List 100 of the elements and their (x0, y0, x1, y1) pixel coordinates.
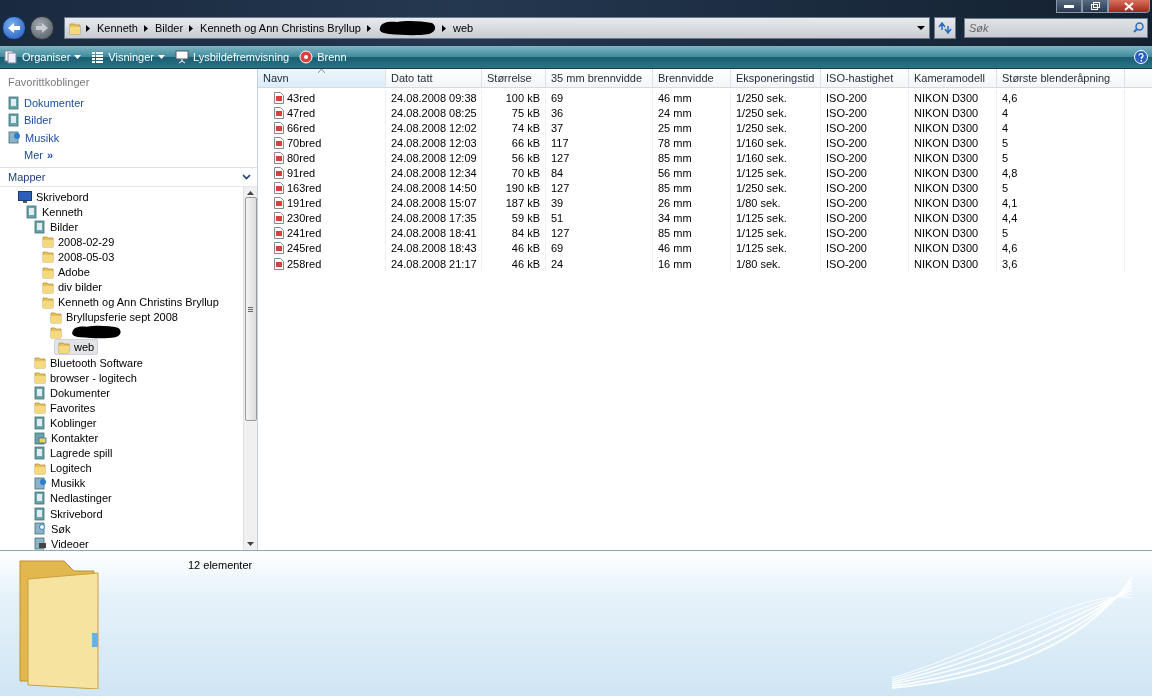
help-icon[interactable] (1134, 50, 1148, 64)
tree-item[interactable]: Favorites (30, 399, 100, 416)
file-item[interactable]: 91red (266, 167, 316, 179)
column-header[interactable]: 35 mm brennvidde (546, 69, 653, 87)
search-field[interactable]: Søk (964, 18, 1148, 38)
file-item[interactable]: 241red (266, 227, 322, 240)
table-cell: 24.08.2008 12:09 (391, 151, 477, 164)
address-bar[interactable]: Kenneth Bilder Kenneth og Ann Christins Bryllup web (64, 17, 930, 39)
file-item[interactable]: 43red (266, 91, 316, 104)
column-header[interactable]: Største blenderåpning (997, 69, 1125, 87)
tree-item[interactable]: browser - logitech (30, 369, 141, 386)
tree-item[interactable]: Skrivebord (14, 188, 93, 205)
tree-item[interactable]: Kontakter (30, 430, 103, 447)
folders-header[interactable]: Mapper (0, 168, 257, 187)
column-header[interactable]: ISO-hastighet (821, 69, 909, 87)
tree-item[interactable]: Kenneth og Ann Christins Bryllup (38, 294, 223, 311)
image-file-icon (274, 182, 284, 195)
table-cell: 4 (1002, 106, 1009, 119)
table-cell: ISO-200 (826, 121, 867, 134)
tree-item[interactable]: Bilder (30, 218, 83, 235)
folder-label: Videoer (51, 537, 89, 550)
file-item[interactable]: 230red (266, 212, 322, 225)
breadcrumb[interactable]: Kenneth og Ann Christins Bryllup (199, 22, 362, 34)
file-item[interactable]: 70bred (266, 136, 322, 149)
scrollbar[interactable] (243, 187, 257, 550)
table-cell: 127 (551, 182, 570, 195)
image-file-icon (274, 197, 284, 210)
toolbar-button[interactable]: Brenn (299, 50, 347, 64)
favorite-link[interactable]: Bilder (8, 111, 257, 129)
toolbar-button[interactable]: Organiser (4, 50, 82, 64)
tree-item[interactable]: Bluetooth Software (30, 354, 147, 371)
library-folder-icon (34, 415, 46, 430)
minimize-button[interactable] (1056, 0, 1082, 13)
breadcrumb[interactable]: web (451, 22, 475, 34)
tree-item[interactable]: Bryllupsferie sept 2008 (46, 309, 182, 326)
toolbar-button[interactable]: Visninger (91, 50, 165, 64)
favorite-link[interactable]: Dokumenter (8, 94, 257, 112)
table-cell: 24.08.2008 21:17 (391, 257, 477, 270)
table-cell: 1/125 sek. (736, 167, 787, 179)
file-item[interactable]: 191red (266, 197, 322, 210)
folder-icon (42, 280, 54, 294)
table-cell: ISO-200 (826, 106, 867, 119)
chevron-icon (441, 24, 446, 32)
column-header[interactable]: Kameramodell (909, 69, 997, 87)
tree-item[interactable]: Kenneth (22, 203, 87, 220)
tree-item[interactable]: Videoer (30, 535, 93, 550)
folder-icon (42, 235, 54, 249)
breadcrumb[interactable]: Kenneth (96, 22, 139, 34)
forward-button[interactable] (30, 16, 54, 40)
file-item[interactable]: 80red (266, 151, 316, 164)
back-button[interactable] (2, 16, 26, 40)
breadcrumb[interactable]: Bilder (154, 22, 185, 34)
column-header[interactable]: Brennvidde (653, 69, 731, 87)
image-file-icon (274, 257, 284, 270)
close-button[interactable] (1108, 0, 1150, 13)
image-file-icon (274, 106, 284, 119)
tree-item[interactable]: div bilder (38, 279, 107, 296)
library-folder-icon (34, 385, 46, 400)
tree-item[interactable]: Koblinger (30, 414, 101, 431)
refresh-button[interactable] (934, 17, 956, 39)
tree-item[interactable]: 2008-05-03 (38, 248, 119, 265)
table-cell: ISO-200 (826, 242, 867, 255)
file-item[interactable]: 66red (266, 121, 316, 134)
favorite-link[interactable]: Musikk (8, 129, 257, 147)
tree-item[interactable]: Skrivebord (30, 505, 107, 522)
tree-item[interactable]: web (54, 339, 99, 356)
column-header[interactable]: Dato tatt (386, 69, 482, 87)
library-folder-icon (34, 506, 46, 521)
toolbar-button[interactable]: Lysbildefremvisning (174, 50, 290, 64)
file-item[interactable]: 258red (266, 257, 322, 270)
table-cell: 4,6 (1002, 242, 1018, 255)
column-header[interactable]: Eksponeringstid (731, 69, 821, 87)
dropdown-icon[interactable] (917, 26, 925, 30)
table-cell: 4,1 (1002, 197, 1018, 210)
tree-item[interactable]: Dokumenter (30, 384, 114, 401)
file-item[interactable]: 245red (266, 242, 322, 255)
table-cell: 24.08.2008 12:03 (391, 136, 477, 149)
chevron-icon (366, 24, 371, 32)
maximize-button[interactable] (1082, 0, 1108, 13)
table-cell: 70 kB (511, 167, 540, 179)
more-link[interactable]: Mer » (8, 146, 257, 164)
table-cell: ISO-200 (826, 212, 867, 225)
file-item[interactable]: 163red (266, 182, 322, 195)
tree-item[interactable]: Musikk (30, 475, 90, 492)
tree-item[interactable]: Logitech (30, 460, 96, 477)
tree-item[interactable]: Søk (30, 520, 75, 537)
table-cell: 36 (551, 106, 564, 119)
column-header[interactable]: Navn (258, 69, 386, 87)
scroll-up-icon[interactable] (247, 191, 254, 195)
tree-item[interactable]: Lagrede spill (30, 445, 117, 462)
tree-item[interactable]: Adobe (38, 264, 94, 280)
table-cell: 78 mm (658, 136, 692, 149)
tree-item[interactable]: 2008-02-29 (38, 233, 119, 250)
table-cell: 1/125 sek. (736, 212, 787, 225)
scroll-down-icon[interactable] (247, 542, 254, 546)
table-cell: NIKON D300 (914, 227, 979, 240)
file-item[interactable]: 47red (266, 106, 316, 119)
column-header[interactable]: Størrelse (482, 69, 546, 87)
table-cell: 190 kB (505, 182, 540, 195)
tree-item[interactable]: Nedlastinger (30, 490, 116, 507)
